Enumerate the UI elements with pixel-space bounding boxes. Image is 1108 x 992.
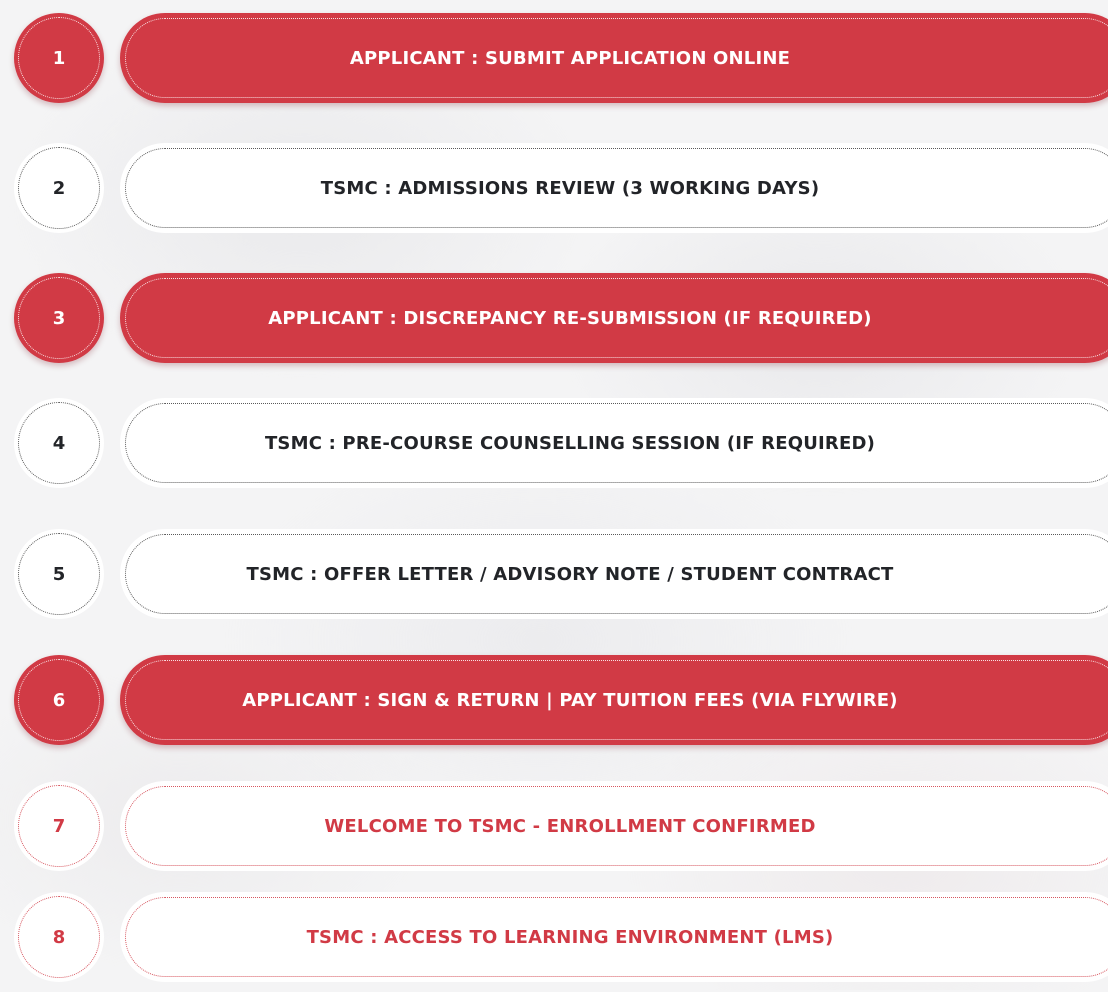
step-number: 1: [52, 47, 66, 69]
step-bar: TSMC : ACCESS TO LEARNING ENVIRONMENT (L…: [120, 892, 1108, 982]
step-label: TSMC : ADMISSIONS REVIEW (3 WORKING DAYS…: [320, 177, 820, 199]
step-7: 7 WELCOME TO TSMC - ENROLLMENT CONFIRMED: [0, 781, 1108, 881]
step-bar: TSMC : ADMISSIONS REVIEW (3 WORKING DAYS…: [120, 143, 1108, 233]
step-label: WELCOME TO TSMC - ENROLLMENT CONFIRMED: [324, 815, 816, 837]
step-number-badge: 1: [14, 13, 104, 103]
step-number: 8: [52, 926, 66, 948]
step-4: 4 TSMC : PRE-COURSE COUNSELLING SESSION …: [0, 398, 1108, 498]
step-number: 6: [52, 689, 66, 711]
step-8: 8 TSMC : ACCESS TO LEARNING ENVIRONMENT …: [0, 892, 1108, 992]
step-bar: WELCOME TO TSMC - ENROLLMENT CONFIRMED: [120, 781, 1108, 871]
step-number-badge: 6: [14, 655, 104, 745]
step-label: TSMC : ACCESS TO LEARNING ENVIRONMENT (L…: [306, 926, 834, 948]
step-bar: APPLICANT : SUBMIT APPLICATION ONLINE: [120, 13, 1108, 103]
step-2: 2 TSMC : ADMISSIONS REVIEW (3 WORKING DA…: [0, 143, 1108, 243]
step-number: 7: [52, 815, 66, 837]
step-number: 5: [52, 563, 66, 585]
step-number-badge: 5: [14, 529, 104, 619]
step-number-badge: 3: [14, 273, 104, 363]
step-label: APPLICANT : SIGN & RETURN | PAY TUITION …: [242, 689, 898, 711]
step-number: 4: [52, 432, 66, 454]
step-1: 1 APPLICANT : SUBMIT APPLICATION ONLINE: [0, 13, 1108, 113]
step-number: 3: [52, 307, 66, 329]
step-bar: TSMC : PRE-COURSE COUNSELLING SESSION (I…: [120, 398, 1108, 488]
step-bar: APPLICANT : DISCREPANCY RE-SUBMISSION (I…: [120, 273, 1108, 363]
step-label: APPLICANT : SUBMIT APPLICATION ONLINE: [349, 47, 791, 69]
process-steps: 1 APPLICANT : SUBMIT APPLICATION ONLINE …: [0, 0, 1108, 990]
step-number-badge: 8: [14, 892, 104, 982]
step-number: 2: [52, 177, 66, 199]
step-number-badge: 2: [14, 143, 104, 233]
step-3: 3 APPLICANT : DISCREPANCY RE-SUBMISSION …: [0, 273, 1108, 373]
step-number-badge: 4: [14, 398, 104, 488]
step-number-badge: 7: [14, 781, 104, 871]
step-label: TSMC : OFFER LETTER / ADVISORY NOTE / ST…: [246, 563, 894, 585]
step-6: 6 APPLICANT : SIGN & RETURN | PAY TUITIO…: [0, 655, 1108, 755]
step-label: APPLICANT : DISCREPANCY RE-SUBMISSION (I…: [268, 307, 872, 329]
step-bar: TSMC : OFFER LETTER / ADVISORY NOTE / ST…: [120, 529, 1108, 619]
step-label: TSMC : PRE-COURSE COUNSELLING SESSION (I…: [264, 432, 876, 454]
step-5: 5 TSMC : OFFER LETTER / ADVISORY NOTE / …: [0, 529, 1108, 629]
step-bar: APPLICANT : SIGN & RETURN | PAY TUITION …: [120, 655, 1108, 745]
